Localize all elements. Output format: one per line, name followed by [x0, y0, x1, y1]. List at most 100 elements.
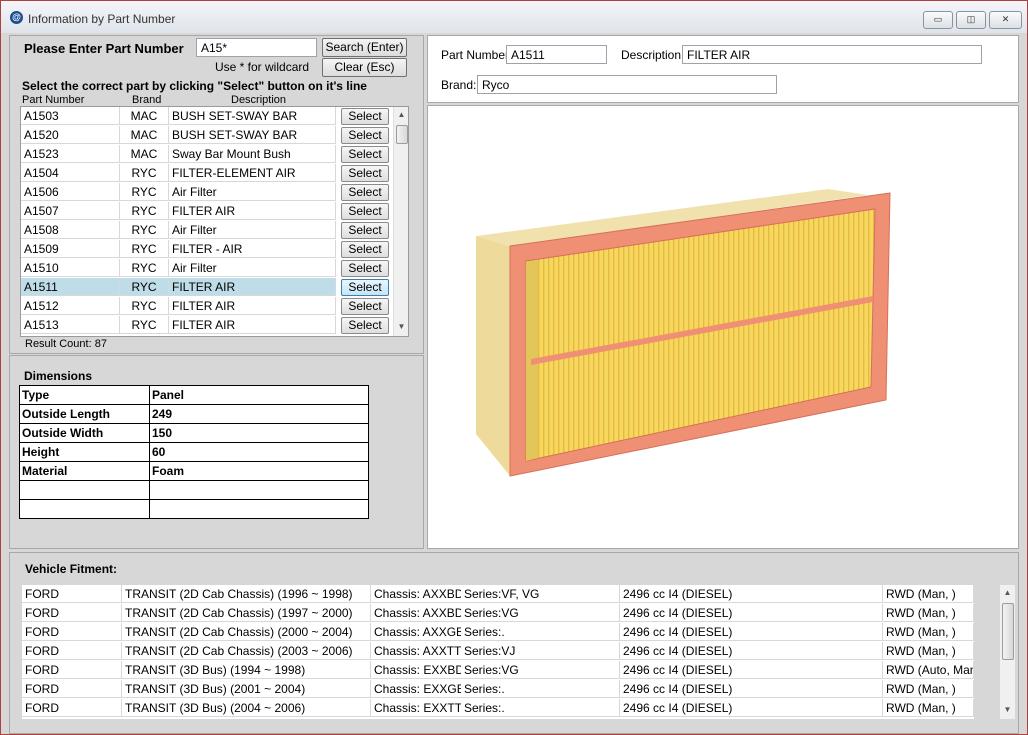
part-number-cell: A1506 — [21, 183, 120, 201]
description-cell: FILTER-ELEMENT AIR — [169, 164, 336, 182]
brand-cell: MAC — [120, 126, 169, 144]
col-header-description: Description — [231, 94, 287, 106]
fitment-engine-cell: 2496 cc I4 (DIESEL) — [620, 604, 883, 622]
select-button[interactable]: Select — [341, 165, 389, 182]
maximize-icon[interactable]: ◫ — [956, 11, 986, 29]
dimension-row: Outside Length 249 — [19, 404, 369, 424]
select-button[interactable]: Select — [341, 127, 389, 144]
fitment-scroll-thumb[interactable] — [1002, 603, 1014, 660]
dimension-row: Material Foam — [19, 461, 369, 481]
dimension-value: Foam — [149, 461, 369, 481]
select-button[interactable]: Select — [341, 222, 389, 239]
fitment-scroll-down-icon[interactable]: ▼ — [1000, 705, 1015, 714]
dimension-key — [19, 480, 150, 500]
brand-cell: RYC — [120, 164, 169, 182]
fitment-make-cell: FORD — [22, 661, 122, 679]
parts-row[interactable]: A1511 RYC FILTER AIR Select — [21, 278, 389, 297]
part-number-cell: A1523 — [21, 145, 120, 163]
fitment-drive-cell: RWD (Man, ) — [883, 604, 974, 622]
parts-row[interactable]: A1520 MAC BUSH SET-SWAY BAR Select — [21, 126, 389, 145]
dimension-value — [149, 480, 369, 500]
fitment-row[interactable]: FORD TRANSIT (3D Bus) (2004 ~ 2006) Chassi… — [22, 699, 974, 718]
title-bar[interactable]: @ Information by Part Number ▭ ◫ ✕ — [1, 1, 1027, 33]
fitment-model-cell: TRANSIT (2D Cab Chassis) (1996 ~ 1998) — [122, 585, 371, 603]
brand-cell: MAC — [120, 145, 169, 163]
dimension-value: 249 — [149, 404, 369, 424]
select-button[interactable]: Select — [341, 146, 389, 163]
parts-row[interactable]: A1503 MAC BUSH SET-SWAY BAR Select — [21, 107, 389, 126]
detail-brand-field[interactable] — [477, 75, 777, 94]
parts-row[interactable]: A1523 MAC Sway Bar Mount Bush Select — [21, 145, 389, 164]
part-number-cell: A1511 — [21, 278, 120, 296]
fitment-make-cell: FORD — [22, 699, 122, 717]
description-cell: FILTER AIR — [169, 297, 336, 315]
dimension-row: Outside Width 150 — [19, 423, 369, 443]
parts-row[interactable]: A1506 RYC Air Filter Select — [21, 183, 389, 202]
fitment-scrollbar[interactable]: ▲ ▼ — [1000, 585, 1015, 719]
detail-part-field[interactable] — [506, 45, 607, 64]
fitment-row[interactable]: FORD TRANSIT (2D Cab Chassis) (2000 ~ 200… — [22, 623, 974, 642]
fitment-chassis-cell: Chassis: AXXBD — [371, 585, 461, 603]
brand-cell: RYC — [120, 202, 169, 220]
dimension-key: Outside Width — [19, 423, 150, 443]
parts-row[interactable]: A1508 RYC Air Filter Select — [21, 221, 389, 240]
part-number-cell: A1504 — [21, 164, 120, 182]
fitment-rows: FORD TRANSIT (2D Cab Chassis) (1996 ~ 199… — [22, 585, 974, 719]
select-button[interactable]: Select — [341, 203, 389, 220]
scroll-up-icon[interactable]: ▲ — [394, 110, 408, 119]
fitment-row[interactable]: FORD TRANSIT (2D Cab Chassis) (1996 ~ 199… — [22, 585, 974, 604]
clear-button[interactable]: Clear (Esc) — [322, 58, 407, 77]
scroll-down-icon[interactable]: ▼ — [394, 322, 408, 331]
select-instruction: Select the correct part by clicking "Sel… — [22, 79, 367, 93]
fitment-series-cell: Series:. — [461, 623, 620, 641]
dimension-value: Panel — [149, 385, 369, 405]
dimension-row — [19, 499, 369, 519]
brand-cell: RYC — [120, 278, 169, 296]
select-button[interactable]: Select — [341, 317, 389, 334]
dimension-key — [19, 499, 150, 519]
fitment-make-cell: FORD — [22, 623, 122, 641]
detail-description-field[interactable] — [682, 45, 982, 64]
part-number-cell: A1507 — [21, 202, 120, 220]
description-cell: FILTER - AIR — [169, 240, 336, 258]
parts-row[interactable]: A1512 RYC FILTER AIR Select — [21, 297, 389, 316]
air-filter-image-icon — [476, 189, 891, 477]
fitment-row[interactable]: FORD TRANSIT (3D Bus) (1994 ~ 1998) Chassi… — [22, 661, 974, 680]
select-button[interactable]: Select — [341, 241, 389, 258]
dimension-value — [149, 499, 369, 519]
search-button[interactable]: Search (Enter) — [322, 38, 407, 57]
select-button[interactable]: Select — [341, 260, 389, 277]
fitment-row[interactable]: FORD TRANSIT (2D Cab Chassis) (2003 ~ 200… — [22, 642, 974, 661]
select-button[interactable]: Select — [341, 108, 389, 125]
detail-part-label: Part Number: — [441, 48, 513, 62]
close-icon[interactable]: ✕ — [989, 11, 1022, 29]
fitment-title: Vehicle Fitment: — [25, 562, 118, 576]
parts-row[interactable]: A1507 RYC FILTER AIR Select — [21, 202, 389, 221]
app-icon: @ — [10, 11, 23, 24]
fitment-engine-cell: 2496 cc I4 (DIESEL) — [620, 585, 883, 603]
fitment-series-cell: Series:. — [461, 680, 620, 698]
parts-row[interactable]: A1509 RYC FILTER - AIR Select — [21, 240, 389, 259]
fitment-make-cell: FORD — [22, 642, 122, 660]
part-number-input[interactable] — [196, 38, 317, 57]
description-cell: BUSH SET-SWAY BAR — [169, 126, 336, 144]
fitment-series-cell: Series:VJ — [461, 642, 620, 660]
fitment-row[interactable]: FORD TRANSIT (2D Cab Chassis) (1997 ~ 200… — [22, 604, 974, 623]
select-button[interactable]: Select — [341, 298, 389, 315]
parts-row[interactable]: A1504 RYC FILTER-ELEMENT AIR Select — [21, 164, 389, 183]
minimize-icon[interactable]: ▭ — [923, 11, 953, 29]
parts-grid: A1503 MAC BUSH SET-SWAY BAR Select A1520 MAC B… — [20, 106, 409, 337]
fitment-scroll-up-icon[interactable]: ▲ — [1000, 588, 1015, 597]
scroll-thumb[interactable] — [396, 125, 408, 144]
parts-scrollbar[interactable]: ▲ ▼ — [393, 107, 408, 336]
part-number-cell: A1513 — [21, 316, 120, 334]
select-button[interactable]: Select — [341, 279, 389, 296]
fitment-drive-cell: RWD (Man, ) — [883, 680, 974, 698]
dimensions-title: Dimensions — [24, 369, 93, 383]
select-button[interactable]: Select — [341, 184, 389, 201]
dimension-value: 60 — [149, 442, 369, 462]
parts-row[interactable]: A1510 RYC Air Filter Select — [21, 259, 389, 278]
col-header-brand: Brand — [132, 94, 162, 106]
parts-row[interactable]: A1513 RYC FILTER AIR Select — [21, 316, 389, 335]
fitment-row[interactable]: FORD TRANSIT (3D Bus) (2001 ~ 2004) Chassi… — [22, 680, 974, 699]
